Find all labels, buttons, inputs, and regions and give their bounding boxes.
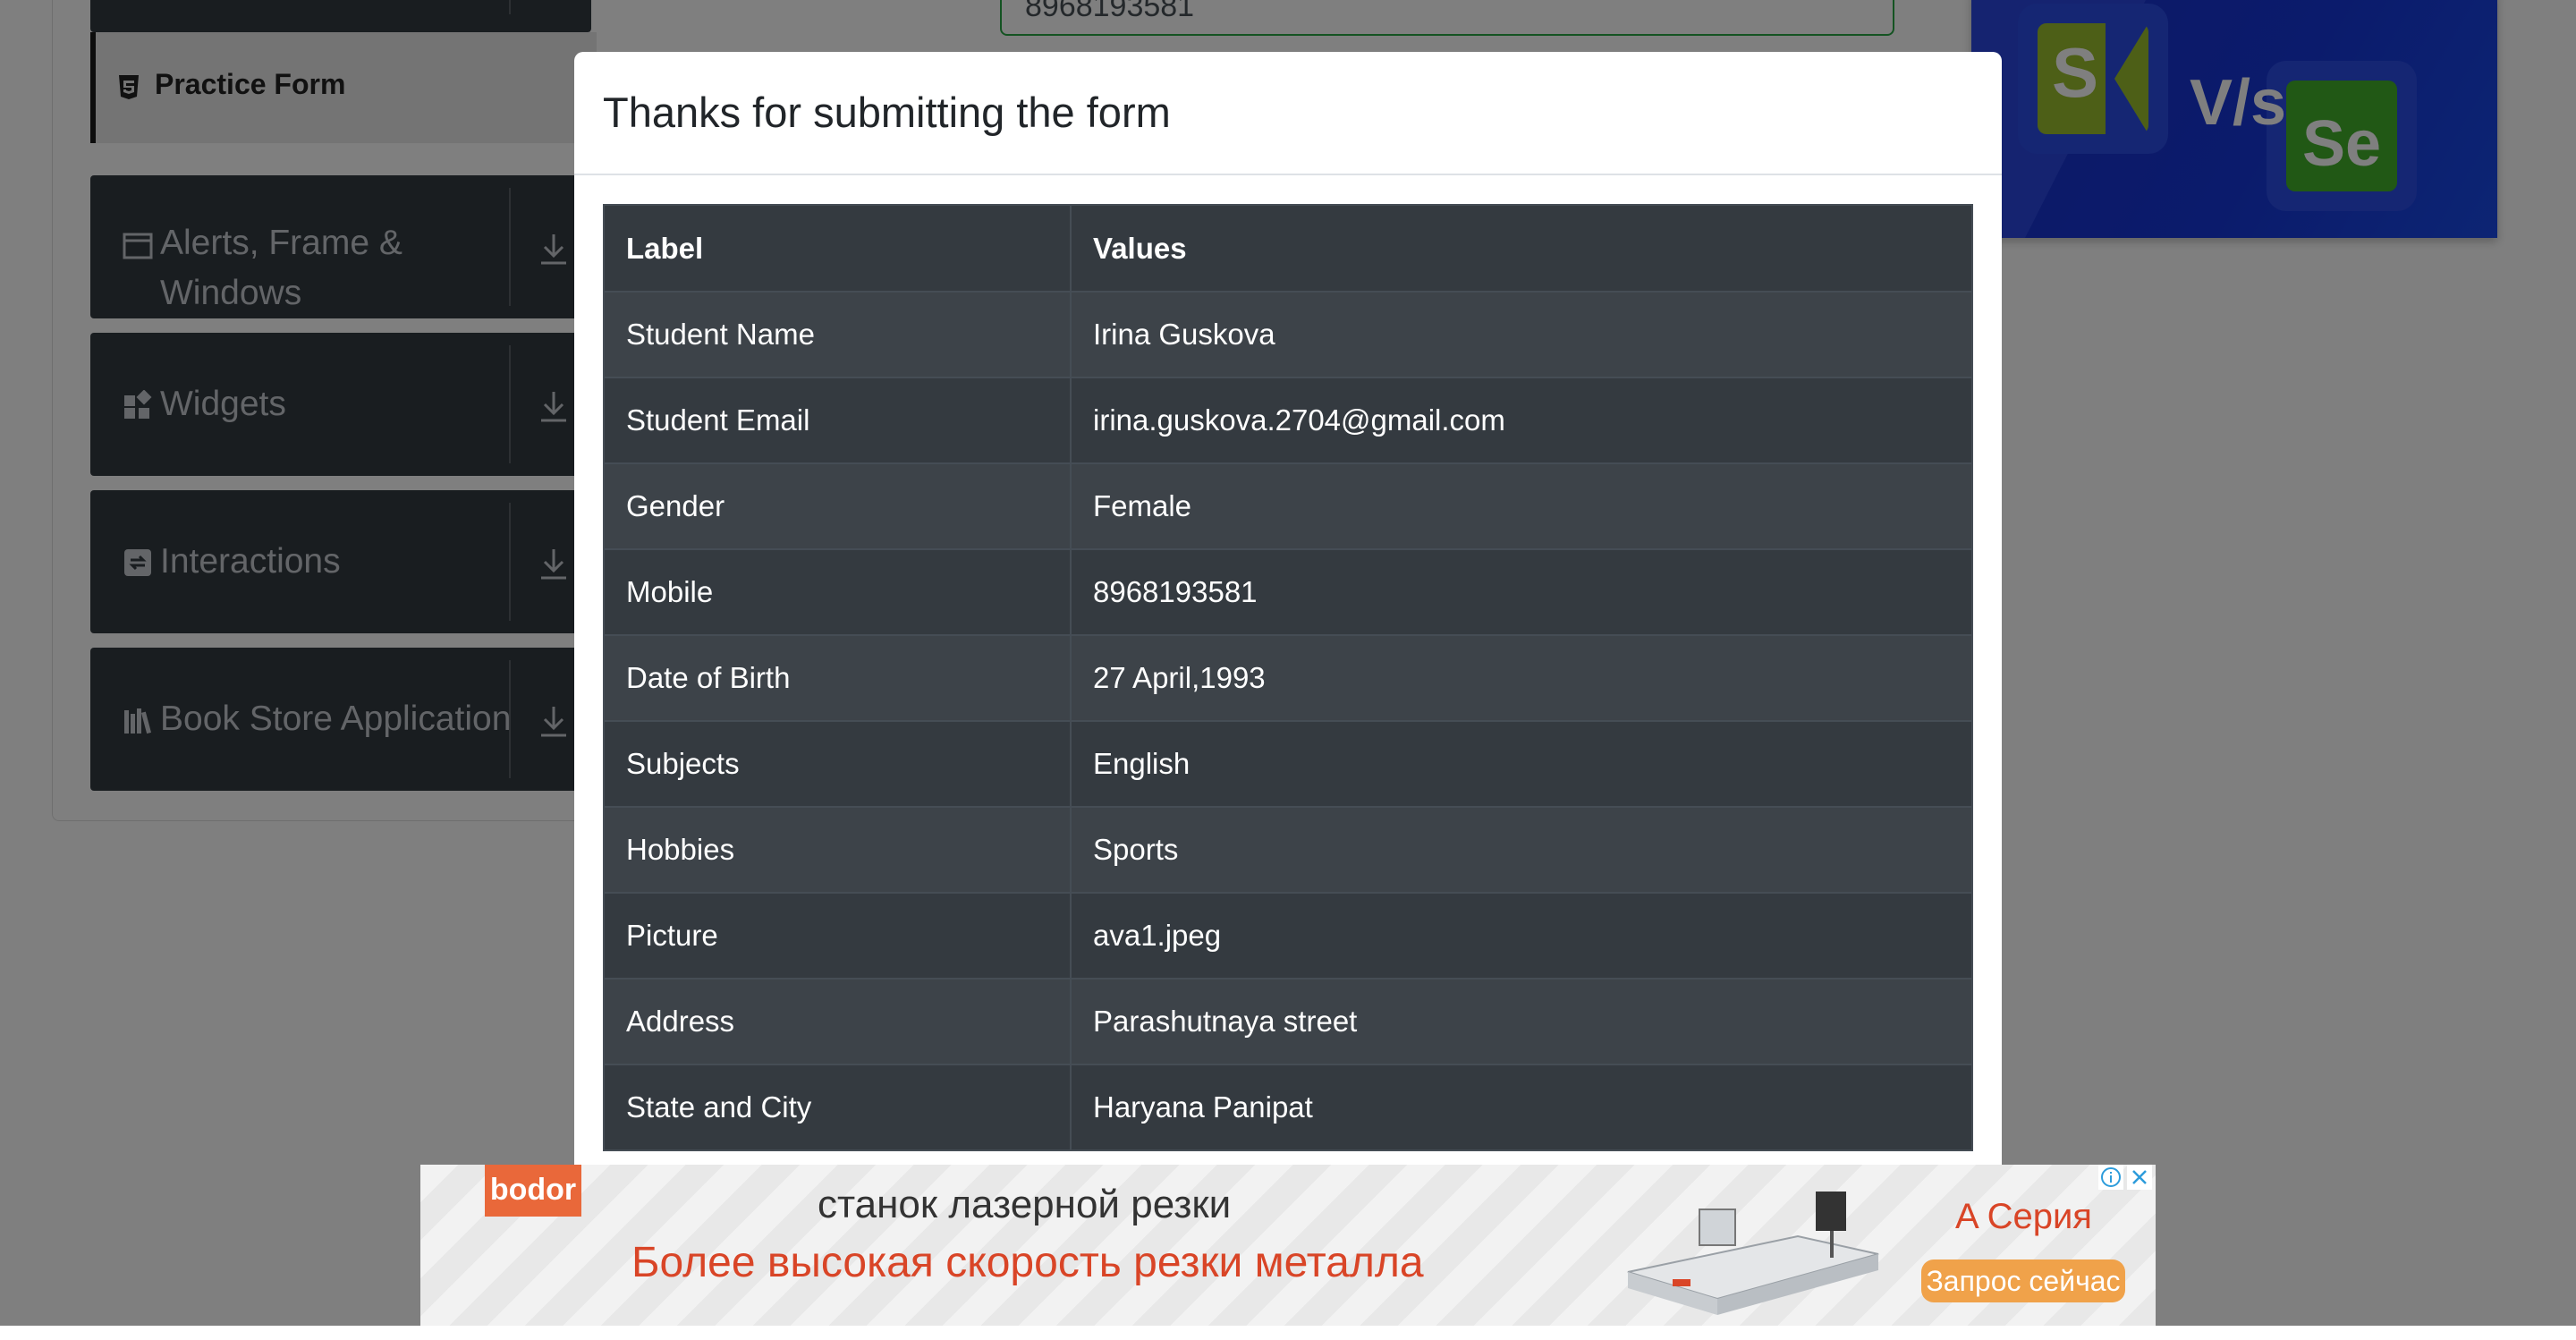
table-row: Mobile 8968193581 <box>603 548 1973 636</box>
row-value: irina.guskova.2704@gmail.com <box>1070 377 1973 464</box>
modal-header: Thanks for submitting the form <box>574 52 2002 175</box>
row-value: Female <box>1070 462 1973 550</box>
ad-subheadline: Более высокая скорость резки металла <box>631 1239 1424 1286</box>
row-label: Subjects <box>603 720 1072 808</box>
row-label: Gender <box>603 462 1072 550</box>
row-value: 27 April,1993 <box>1070 634 1973 722</box>
row-value: Sports <box>1070 806 1973 894</box>
row-label: Hobbies <box>603 806 1072 894</box>
table-row: Date of Birth 27 April,1993 <box>603 634 1973 722</box>
ad-series-label: A Серия <box>1955 1197 2092 1236</box>
table-row: Gender Female <box>603 462 1973 550</box>
table-header-row: Label Values <box>603 204 1973 293</box>
row-value: English <box>1070 720 1973 808</box>
row-label: Picture <box>603 892 1072 980</box>
ad-brand-logo: bodor <box>485 1165 581 1217</box>
ad-info-icon[interactable] <box>2098 1165 2123 1190</box>
row-label: Mobile <box>603 548 1072 636</box>
row-label: State and City <box>603 1064 1072 1151</box>
row-value: Haryana Panipat <box>1070 1064 1973 1151</box>
table-row: State and City Haryana Panipat <box>603 1064 1973 1151</box>
submission-modal: Thanks for submitting the form Label Val… <box>574 52 2002 1340</box>
table-row: Student Name Irina Guskova <box>603 291 1973 378</box>
column-header-values: Values <box>1070 204 1973 293</box>
ad-headline: станок лазерной резки <box>818 1183 1232 1226</box>
table-row: Subjects English <box>603 720 1973 808</box>
table-row: Address Parashutnaya street <box>603 978 1973 1065</box>
table-row: Hobbies Sports <box>603 806 1973 894</box>
row-label: Student Name <box>603 291 1072 378</box>
row-value: 8968193581 <box>1070 548 1973 636</box>
table-row: Student Email irina.guskova.2704@gmail.co… <box>603 377 1973 464</box>
column-header-label: Label <box>603 204 1072 293</box>
laser-machine-image <box>1627 1192 1879 1315</box>
row-label: Address <box>603 978 1072 1065</box>
submission-table: Label Values Student Name Irina Guskova S… <box>603 204 1973 1151</box>
table-row: Picture ava1.jpeg <box>603 892 1973 980</box>
row-label: Student Email <box>603 377 1072 464</box>
ad-close-icon[interactable] <box>2127 1165 2152 1190</box>
row-value: ava1.jpeg <box>1070 892 1973 980</box>
row-label: Date of Birth <box>603 634 1072 722</box>
ad-request-button[interactable]: Запрос сейчас <box>1921 1259 2125 1302</box>
row-value: Irina Guskova <box>1070 291 1973 378</box>
modal-title: Thanks for submitting the form <box>603 89 1171 136</box>
row-value: Parashutnaya street <box>1070 978 1973 1065</box>
bottom-ad-banner[interactable]: bodor станок лазерной резки Более высока… <box>420 1165 2156 1326</box>
